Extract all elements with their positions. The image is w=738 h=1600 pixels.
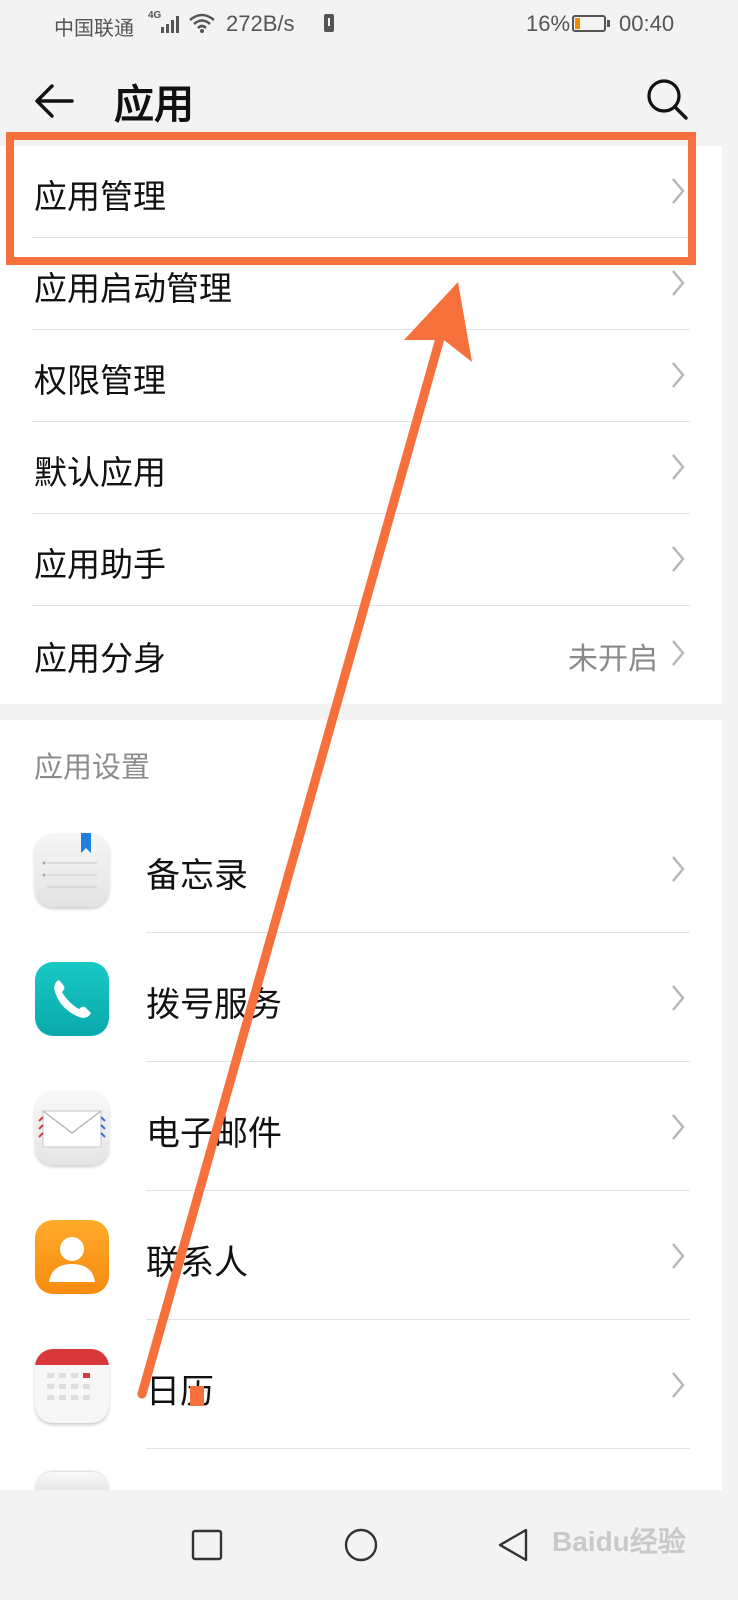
- app-label: 拨号服务: [146, 985, 282, 1025]
- calendar-icon: [35, 1349, 109, 1423]
- chevron-right-icon: [672, 1114, 685, 1140]
- chevron-right-icon: [672, 1372, 685, 1398]
- app-label: 电子邮件: [146, 1114, 282, 1154]
- recent-apps-button[interactable]: [178, 1516, 236, 1574]
- menu-item-label: 权限管理: [34, 361, 166, 400]
- chevron-right-icon: [672, 362, 685, 388]
- menu-item-label: 默认应用: [34, 453, 166, 492]
- app-settings-card: 应用设置 备忘录 拨号服务 电子邮件 联系人 日历: [0, 720, 722, 1490]
- app-menu-card: 应用管理 应用启动管理 权限管理 默认应用 应用助手 应用分身 未开启: [0, 146, 722, 704]
- watermark: Baidu经验: [552, 1526, 686, 1557]
- chevron-right-icon: [672, 178, 685, 204]
- wifi-icon: [189, 13, 215, 33]
- divider: [32, 605, 690, 606]
- app-twin-status: 未开启: [568, 642, 658, 677]
- menu-item-label: 应用管理: [34, 177, 166, 216]
- menu-item-startup-management[interactable]: 应用启动管理: [0, 238, 722, 330]
- menu-item-app-twin[interactable]: 应用分身 未开启: [0, 608, 722, 700]
- contacts-icon: [35, 1220, 109, 1294]
- network-speed: 272B/s: [226, 11, 295, 36]
- signal-icon: [161, 16, 179, 33]
- system-nav-bar: Baidu经验: [0, 1490, 738, 1600]
- chevron-right-icon: [672, 1243, 685, 1269]
- app-label: 联系人: [146, 1243, 248, 1283]
- app-row-dialer[interactable]: 拨号服务: [0, 933, 722, 1062]
- phone-icon: [35, 962, 109, 1036]
- menu-item-permission-management[interactable]: 权限管理: [0, 330, 722, 422]
- divider: [146, 1448, 690, 1449]
- nav-back-button[interactable]: [486, 1516, 544, 1574]
- memo-icon: [35, 833, 109, 907]
- chevron-right-icon: [672, 454, 685, 480]
- home-button[interactable]: [332, 1516, 390, 1574]
- chevron-right-icon: [672, 546, 685, 572]
- app-bar: 应用: [0, 52, 738, 146]
- status-bar: 中国联通 4G 272B/s 16% 00:40: [0, 0, 738, 52]
- menu-item-label: 应用助手: [34, 545, 166, 584]
- clock: 00:40: [619, 11, 675, 36]
- app-label: 日历: [146, 1372, 214, 1412]
- app-row-email[interactable]: 电子邮件: [0, 1062, 722, 1191]
- chevron-right-icon: [672, 640, 685, 666]
- download-alert-icon: [324, 14, 334, 32]
- menu-item-app-management[interactable]: 应用管理: [0, 146, 722, 238]
- app-row-calendar[interactable]: 日历: [0, 1320, 722, 1449]
- app-row-memo[interactable]: 备忘录: [0, 804, 722, 933]
- menu-item-label: 应用分身: [34, 639, 166, 678]
- section-header: 应用设置: [34, 750, 151, 784]
- battery-percent: 16%: [526, 11, 571, 36]
- partially-visible-app-icon: [35, 1472, 109, 1490]
- app-label: 备忘录: [146, 856, 248, 896]
- page-title: 应用: [114, 82, 194, 128]
- chevron-right-icon: [672, 985, 685, 1011]
- battery-level: [575, 18, 580, 29]
- menu-item-label: 应用启动管理: [34, 269, 232, 308]
- carrier-name: 中国联通: [54, 18, 134, 40]
- battery-icon: [572, 15, 606, 32]
- menu-item-app-assistant[interactable]: 应用助手: [0, 514, 722, 606]
- chevron-right-icon: [672, 270, 685, 296]
- back-arrow-icon[interactable]: [26, 74, 80, 128]
- app-row-contacts[interactable]: 联系人: [0, 1191, 722, 1320]
- chevron-right-icon: [672, 856, 685, 882]
- search-icon[interactable]: [640, 72, 694, 126]
- battery-nub: [607, 20, 610, 27]
- mail-icon: [35, 1091, 109, 1165]
- menu-item-default-apps[interactable]: 默认应用: [0, 422, 722, 514]
